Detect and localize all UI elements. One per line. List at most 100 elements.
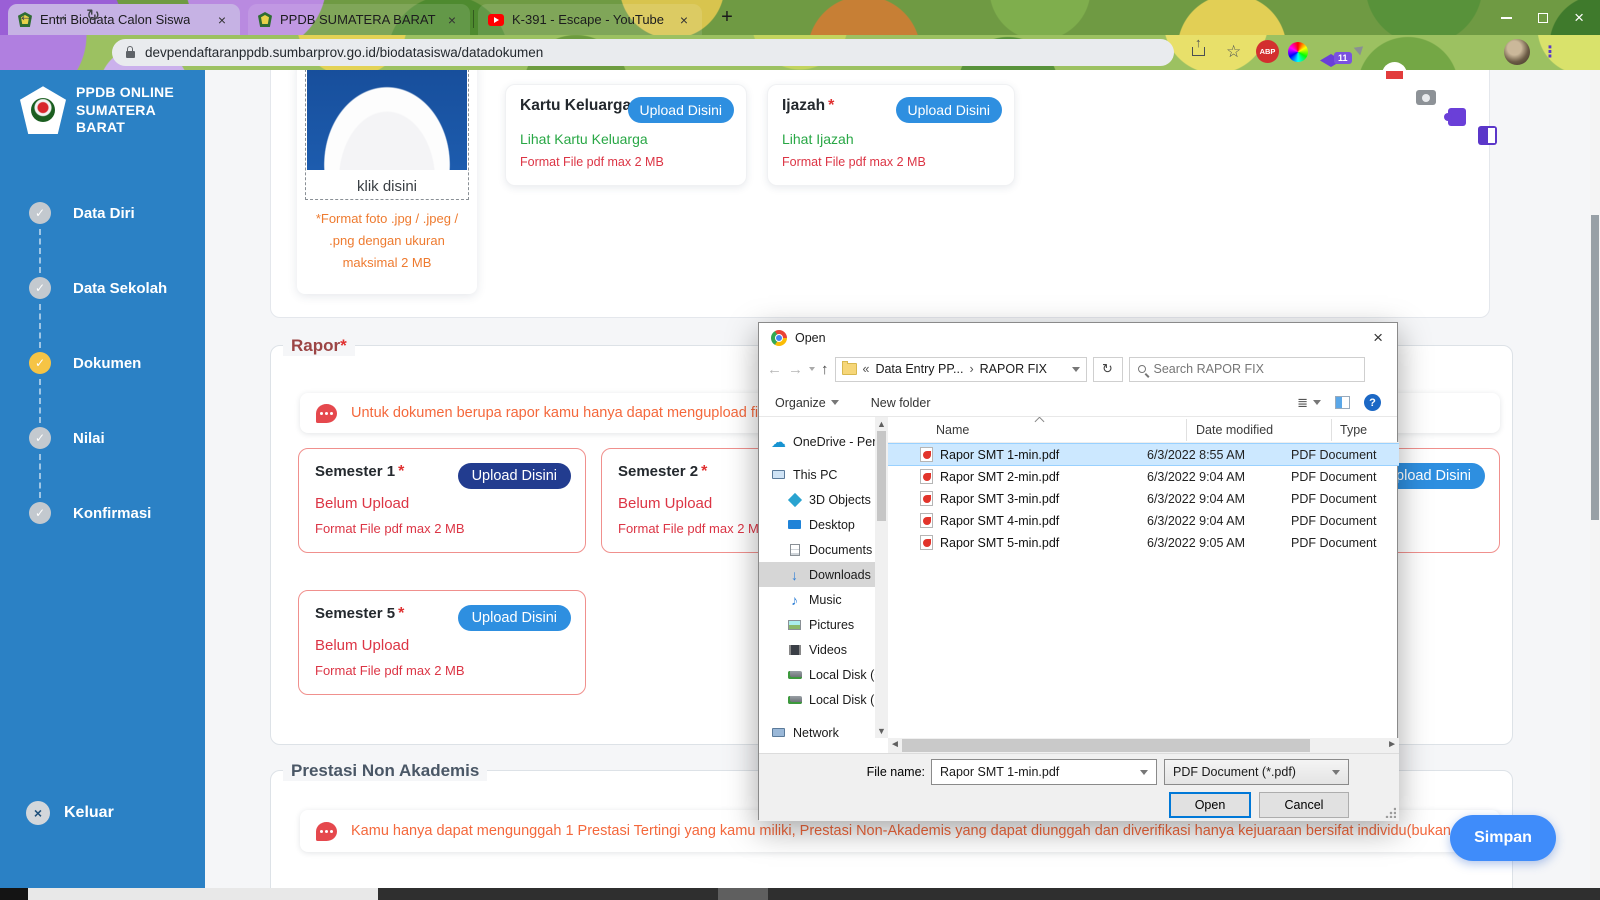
chevron-down-icon[interactable]	[1332, 769, 1340, 775]
lock-icon[interactable]	[126, 46, 135, 58]
lihat-kartu-keluarga-link[interactable]: Lihat Kartu Keluarga	[520, 131, 732, 147]
tab-close-icon[interactable]: ×	[444, 12, 460, 28]
back-icon[interactable]: ←	[767, 361, 782, 378]
nav-tree-item[interactable]: 3D Objects	[759, 487, 875, 512]
nav-tree-item[interactable]: ♪ Music	[759, 587, 875, 612]
upload-kartu-keluarga-button[interactable]: Upload Disini	[627, 97, 734, 123]
tab-close-icon[interactable]: ×	[676, 12, 692, 28]
upload-semester-1-button[interactable]: Upload Disini	[457, 463, 571, 489]
dialog-close-icon[interactable]: ×	[1373, 328, 1383, 348]
photo-dropzone[interactable]: klik disini	[305, 70, 469, 200]
forward-icon[interactable]: →	[788, 361, 803, 378]
tab-youtube[interactable]: K-391 - Escape - YouTube ×	[478, 4, 702, 35]
refresh-button[interactable]: ↻	[1092, 356, 1123, 382]
sidebar-step[interactable]: ✓ Dokumen	[29, 352, 167, 423]
file-name-input[interactable]: Rapor SMT 1-min.pdf	[931, 759, 1157, 785]
nav-tree-item[interactable]: Local Disk (D:)	[759, 687, 875, 712]
window-extension-icon[interactable]	[1478, 126, 1497, 145]
nav-pane-scrollbar[interactable]: ▲ ▼	[875, 417, 888, 738]
dialog-title: Open	[795, 331, 826, 345]
minimize-icon[interactable]	[1501, 16, 1513, 19]
ijazah-card: Ijazah * Upload Disini Lihat Ijazah Forma…	[767, 84, 1015, 186]
nav-tree-item[interactable]: ☁ OneDrive - Personal	[759, 429, 875, 454]
column-header-type[interactable]: Type	[1340, 423, 1367, 437]
browser-menu-icon[interactable]: ⋮	[1542, 42, 1558, 62]
file-row[interactable]: Rapor SMT 2-min.pdf 6/3/2022 9:04 AM PDF…	[888, 466, 1399, 487]
nav-tree-item[interactable]: Videos	[759, 637, 875, 662]
column-header-name[interactable]: Name	[936, 423, 969, 437]
card-title: Ijazah	[782, 97, 826, 114]
profile-avatar[interactable]	[1504, 39, 1530, 65]
column-header-date[interactable]: Date modified	[1196, 423, 1273, 437]
three-d-icon	[787, 492, 802, 507]
file-row[interactable]: Rapor SMT 3-min.pdf 6/3/2022 9:04 AM PDF…	[888, 488, 1399, 509]
up-icon[interactable]: ↑	[821, 361, 829, 378]
horizontal-scrollbar[interactable]: ◄ ►	[888, 738, 1399, 753]
share-icon[interactable]	[1192, 35, 1205, 56]
file-list-header: Name Date modified Type	[888, 417, 1399, 443]
recent-locations-icon[interactable]	[809, 367, 815, 371]
organize-button[interactable]: Organize	[775, 396, 839, 410]
lihat-ijazah-link[interactable]: Lihat Ijazah	[782, 131, 1000, 147]
address-bar[interactable]: devpendaftaranppdb.sumbarprov.go.id/biod…	[112, 39, 1174, 66]
dialog-titlebar[interactable]: Open	[759, 323, 1397, 353]
upload-semester-5-button[interactable]: Upload Disini	[457, 605, 571, 631]
resize-grip[interactable]	[1385, 807, 1396, 818]
camera-extension-icon[interactable]	[1416, 90, 1436, 105]
search-input[interactable]: Search RAPOR FIX	[1128, 356, 1365, 382]
file-row[interactable]: Rapor SMT 5-min.pdf 6/3/2022 9:05 AM PDF…	[888, 532, 1399, 553]
tab-close-icon[interactable]: ×	[214, 12, 230, 28]
color-wheel-extension-icon[interactable]	[1288, 42, 1308, 62]
breadcrumb-current[interactable]: RAPOR FIX	[980, 362, 1047, 376]
sidebar-step[interactable]: ✓ Konfirmasi	[29, 502, 167, 524]
sidebar-step[interactable]: ✓ Data Diri	[29, 202, 167, 273]
view-mode-button[interactable]: ≣	[1297, 395, 1321, 411]
breadcrumb-parent[interactable]: Data Entry PP...	[875, 362, 963, 376]
close-icon[interactable]: ×	[1574, 9, 1584, 26]
back-icon[interactable]: ←	[18, 6, 35, 26]
tab-title: K-391 - Escape - YouTube	[512, 12, 665, 27]
sidebar-step[interactable]: ✓ Data Sekolah	[29, 277, 167, 348]
nav-tree-item[interactable]: Desktop	[759, 512, 875, 537]
simpan-button[interactable]: Simpan	[1450, 815, 1556, 861]
forward-icon[interactable]: →	[52, 6, 69, 26]
help-icon[interactable]: ?	[1364, 394, 1381, 411]
open-button[interactable]: Open	[1169, 792, 1251, 818]
extensions-puzzle-icon[interactable]	[1444, 108, 1466, 126]
nav-tree-item[interactable]: Documents	[759, 537, 875, 562]
adblock-extension-icon[interactable]: ABP	[1256, 40, 1279, 63]
nav-tree-item[interactable]: This PC	[759, 462, 875, 487]
nav-tree-item[interactable]: Pictures	[759, 612, 875, 637]
scroll-up-icon[interactable]: ▲	[875, 419, 888, 429]
sidebar-item-keluar[interactable]: × Keluar	[26, 801, 114, 825]
nav-tree-item[interactable]: Local Disk (C:)	[759, 662, 875, 687]
new-tab-button[interactable]: +	[714, 6, 740, 30]
tab-entri-biodata[interactable]: Entri Biodata Calon Siswa ×	[8, 4, 240, 35]
file-type-select[interactable]: PDF Document (*.pdf)	[1164, 759, 1349, 785]
breadcrumb[interactable]: « Data Entry PP... › RAPOR FIX	[834, 356, 1087, 382]
preview-pane-icon[interactable]	[1335, 396, 1350, 409]
nav-tree-item[interactable]: Network	[759, 720, 875, 739]
photo-caption[interactable]: klik disini	[306, 178, 468, 195]
scrollbar-thumb[interactable]	[1591, 215, 1599, 520]
scroll-right-icon[interactable]: ►	[1387, 739, 1397, 750]
sidebar-step[interactable]: ✓ Nilai	[29, 427, 167, 498]
breadcrumb-dropdown-icon[interactable]	[1071, 366, 1080, 372]
cancel-button[interactable]: Cancel	[1259, 792, 1349, 818]
scroll-left-icon[interactable]: ◄	[890, 739, 900, 750]
chevron-down-icon[interactable]	[1140, 769, 1148, 775]
screenshot-extension-icon[interactable]	[1382, 62, 1407, 87]
upload-ijazah-button[interactable]: Upload Disini	[895, 97, 1002, 123]
student-photo	[307, 70, 467, 170]
page-scrollbar[interactable]	[1590, 70, 1600, 888]
new-folder-button[interactable]: New folder	[871, 396, 931, 410]
file-row[interactable]: Rapor SMT 1-min.pdf 6/3/2022 8:55 AM PDF…	[888, 443, 1399, 466]
tab-ppdb-sumbar[interactable]: PPDB SUMATERA BARAT ×	[248, 4, 470, 35]
scroll-down-icon[interactable]: ▼	[875, 726, 888, 736]
reload-icon[interactable]: ↻	[86, 6, 100, 26]
file-row[interactable]: Rapor SMT 4-min.pdf 6/3/2022 9:04 AM PDF…	[888, 510, 1399, 531]
nav-tree-item[interactable]: ↓ Downloads	[759, 562, 875, 587]
restore-icon[interactable]	[1538, 12, 1549, 23]
upload-status: Belum Upload	[315, 495, 410, 512]
bookmark-star-icon[interactable]: ☆	[1226, 42, 1241, 62]
